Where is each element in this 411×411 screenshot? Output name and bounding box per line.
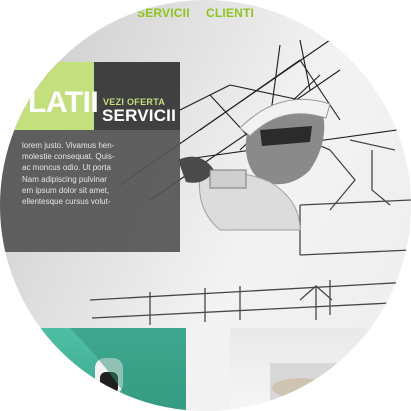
worker-figure [178,98,331,231]
page-title: LATII [28,86,99,119]
hero-body-text: lorem justo. Vivamus hen- molestie conse… [22,140,177,207]
body-line: lorem justo. Vivamus hen- [22,141,115,150]
thumbnail-light[interactable] [190,328,411,411]
body-line: ellentesque cursus volut- [22,197,111,207]
body-line: em ipsum dolor sit amet, [22,185,110,195]
body-line: ac moncus odio. Ut porta [22,163,111,173]
thumbnail-teal-image [70,328,186,411]
body-line: Nam adipiscing pulvinar [22,174,107,184]
thumbnail-light-image [190,328,340,411]
circular-crop: SERVICII CLIENTI LATII VEZI OFERTA SERVI… [0,0,411,411]
screenshot-stage: SERVICII CLIENTI LATII VEZI OFERTA SERVI… [0,0,411,411]
body-line: molestie consequat. Quis- [22,152,115,162]
thumbnail-teal[interactable] [0,328,186,411]
cta-servicii-button[interactable]: SERVICII [102,106,176,126]
